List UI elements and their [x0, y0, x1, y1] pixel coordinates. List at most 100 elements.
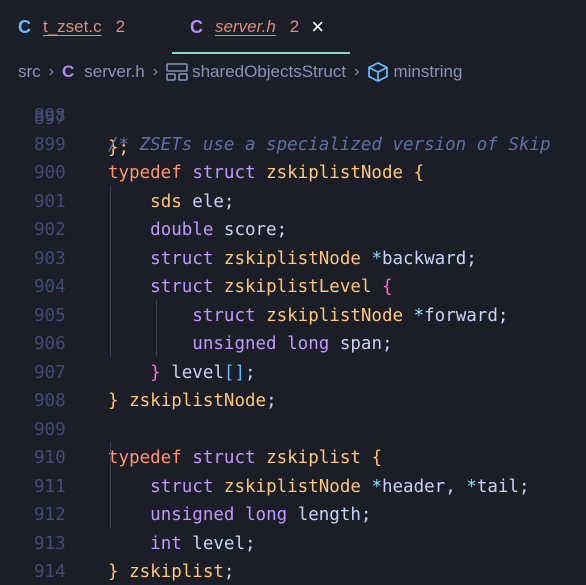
code-token: ; — [266, 391, 277, 411]
code-token: zskiplistLevel — [223, 277, 372, 297]
code-token: typedef — [108, 448, 182, 468]
breadcrumb-field[interactable]: minstring — [393, 62, 462, 82]
chevron-right-icon: › — [48, 63, 54, 80]
code-token: /* ZSETs use a specialized version of Sk… — [108, 134, 551, 155]
code-token: struct — [150, 476, 214, 497]
code-token: span; — [329, 334, 393, 354]
code-token: int — [150, 533, 182, 554]
code-token: long — [287, 334, 330, 354]
close-icon[interactable]: × — [311, 16, 324, 38]
line-number: 911 — [34, 476, 66, 497]
code-token: zskiplistNode — [266, 305, 404, 326]
code-token: * — [371, 248, 382, 269]
code-text: typedef struct zskiplistNode { — [108, 159, 424, 188]
line-number: 899 — [34, 134, 66, 155]
code-token: level; — [181, 533, 256, 554]
code-text: struct zskiplistNode *forward; — [108, 302, 508, 331]
chevron-right-icon: › — [152, 63, 159, 80]
code-text: double score; — [108, 216, 287, 245]
problem-count: 2 — [289, 17, 300, 36]
code-text: int level; — [108, 530, 256, 559]
code-token: [] — [223, 362, 245, 383]
c-file-icon: C — [190, 16, 203, 37]
line-number: 907 — [34, 362, 66, 383]
code-token: struct — [192, 163, 256, 183]
code-token: forward; — [424, 305, 509, 326]
code-token: * — [371, 476, 382, 497]
line-number: 910 — [34, 448, 66, 468]
code-token: tail; — [476, 476, 530, 497]
code-token: unsigned — [192, 334, 277, 354]
code-text: } zskiplist; — [108, 558, 234, 585]
code-token: struct — [150, 248, 214, 269]
line-number: 908 — [34, 391, 66, 411]
struct-icon — [166, 63, 188, 81]
breadcrumb-src[interactable]: src — [18, 62, 41, 82]
code-text: sds ele; — [108, 188, 234, 217]
c-file-icon: C — [18, 16, 31, 37]
code-text: struct zskiplistNode *header, *tail; — [108, 473, 530, 502]
code-token: backward; — [381, 248, 477, 269]
chevron-right-icon: › — [354, 63, 360, 80]
code-text: /* ZSETs use a specialized version of Sk… — [108, 131, 551, 160]
breadcrumb: src › C server.h › sharedObjectsStruct ›… — [0, 54, 586, 90]
code-token: zskiplist — [266, 448, 361, 468]
code-text: struct zskiplistNode *backward; — [108, 245, 477, 274]
line-number: 904 — [34, 277, 66, 297]
code-editor[interactable]: 897 }; 898 899/* ZSETs use a specialized … — [0, 90, 586, 585]
code-token: length; — [287, 505, 372, 525]
code-token: ; — [245, 362, 256, 383]
line-number: 900 — [34, 163, 66, 183]
tab-t-zset-c[interactable]: C t_zset.c 2 — [0, 0, 172, 54]
tab-server-h[interactable]: C server.h 2 × — [172, 0, 350, 54]
line-number: 901 — [34, 191, 66, 212]
line-number: 898 — [34, 106, 66, 126]
code-token: typedef — [108, 163, 182, 183]
code-token: struct — [192, 448, 256, 468]
line-number: 913 — [34, 533, 66, 554]
code-token: { — [381, 277, 393, 297]
c-file-icon: C — [62, 62, 75, 81]
code-token: long — [245, 505, 288, 525]
code-token: zskiplistNode — [266, 163, 404, 183]
line-number: 902 — [34, 220, 66, 240]
code-token: header, — [381, 476, 467, 497]
line-number: 912 — [34, 505, 66, 525]
breadcrumb-struct[interactable]: sharedObjectsStruct — [192, 62, 346, 82]
code-text: unsigned long span; — [108, 330, 393, 359]
line-number: 906 — [34, 334, 66, 354]
code-text: unsigned long length; — [108, 501, 371, 530]
code-token: struct — [150, 277, 214, 297]
field-cube-icon — [368, 62, 389, 82]
breadcrumb-file[interactable]: server.h — [84, 62, 144, 82]
code-token: level — [160, 362, 224, 383]
code-token: sds — [150, 191, 182, 212]
line-number: 905 — [34, 305, 66, 326]
problem-count: 2 — [115, 17, 126, 36]
code-token: zskiplist — [129, 562, 224, 582]
code-text: typedef struct zskiplist { — [108, 444, 382, 473]
